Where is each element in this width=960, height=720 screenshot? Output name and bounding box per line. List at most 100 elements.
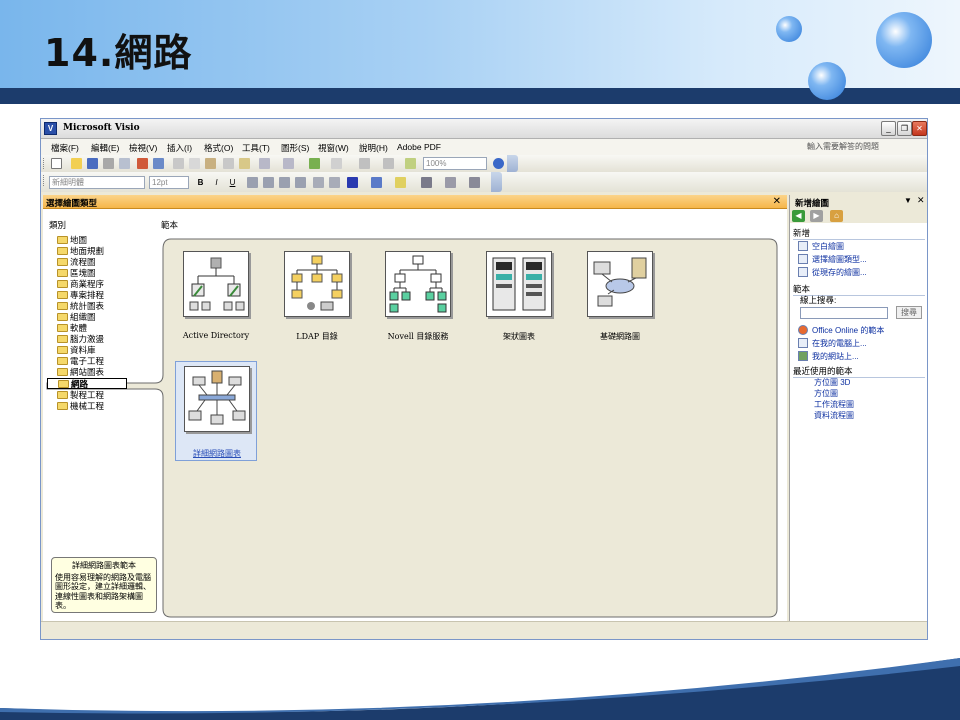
line-weight-icon[interactable] xyxy=(421,177,432,188)
text-tool-icon[interactable] xyxy=(383,158,394,169)
template-active-directory[interactable]: Active Directory xyxy=(175,251,257,347)
align-right-icon[interactable] xyxy=(279,177,290,188)
office-online-templates-link[interactable]: Office Online 的範本 xyxy=(812,325,884,336)
bold-button[interactable]: B xyxy=(195,177,206,188)
category-item[interactable]: 區塊圖 xyxy=(57,268,96,279)
undo-icon[interactable] xyxy=(259,158,270,169)
research-icon[interactable] xyxy=(153,158,164,169)
choose-drawing-type-link[interactable]: 選擇繪圖類型... xyxy=(812,254,867,265)
justify-icon[interactable] xyxy=(295,177,306,188)
font-color-icon[interactable] xyxy=(347,177,358,188)
category-item[interactable]: 腦力激盪 xyxy=(57,334,104,345)
toolbar-grip[interactable] xyxy=(43,158,46,169)
task-pane-dropdown-icon[interactable]: ▼ xyxy=(904,196,912,205)
template-novell-directory[interactable]: Novell 目錄服務 xyxy=(377,251,459,347)
menu-insert[interactable]: 插入(I) xyxy=(167,142,192,154)
category-item[interactable]: 製程工程 xyxy=(57,390,104,401)
drawing-tools-icon[interactable] xyxy=(405,158,416,169)
recent-template-link[interactable]: 方位圖 3D xyxy=(814,377,850,388)
task-pane-close-icon[interactable]: ✕ xyxy=(917,195,925,206)
home-icon[interactable]: ⌂ xyxy=(830,210,843,222)
menu-help[interactable]: 說明(H) xyxy=(359,142,388,154)
menu-tools[interactable]: 工具(T) xyxy=(242,142,270,154)
category-item[interactable]: 專案排程 xyxy=(57,290,104,301)
paste-icon[interactable] xyxy=(205,158,216,169)
minimize-button[interactable]: _ xyxy=(881,121,896,136)
pointer-tool-icon[interactable] xyxy=(331,158,342,169)
category-item[interactable]: 資料庫 xyxy=(57,345,96,356)
underline-button[interactable]: U xyxy=(227,177,238,188)
category-item[interactable]: 統計圖表 xyxy=(57,301,104,312)
cut-icon[interactable] xyxy=(173,158,184,169)
template-rack-diagram[interactable]: 架狀圖表 xyxy=(478,251,560,347)
menu-format[interactable]: 格式(O) xyxy=(204,142,233,154)
help-icon[interactable] xyxy=(493,158,504,169)
menu-file[interactable]: 檔案(F) xyxy=(51,142,79,154)
category-item[interactable]: 機械工程 xyxy=(57,401,104,412)
copy-icon[interactable] xyxy=(189,158,200,169)
redo-icon[interactable] xyxy=(283,158,294,169)
category-item[interactable]: 軟體 xyxy=(57,323,87,334)
toolbar-grip[interactable] xyxy=(43,175,46,186)
slide-footer-swoosh xyxy=(0,658,960,720)
font-size-select[interactable]: 12pt xyxy=(149,176,189,189)
category-item[interactable]: 地面規劃 xyxy=(57,246,104,257)
format-painter-icon[interactable] xyxy=(239,158,250,169)
zoom-select[interactable]: 100% xyxy=(423,157,487,170)
align-center-icon[interactable] xyxy=(263,177,274,188)
panel-close-icon[interactable]: ✕ xyxy=(773,196,781,207)
spelling-icon[interactable] xyxy=(137,158,148,169)
forward-icon[interactable]: ▶ xyxy=(810,210,823,222)
from-existing-drawing-link[interactable]: 從現存的繪圖... xyxy=(812,267,867,278)
category-item-selected[interactable]: 網路 xyxy=(47,378,127,389)
connector-tool-icon[interactable] xyxy=(359,158,370,169)
menu-shape[interactable]: 圖形(S) xyxy=(281,142,309,154)
line-color-icon[interactable] xyxy=(371,177,382,188)
outdent-icon[interactable] xyxy=(329,177,340,188)
print-preview-icon[interactable] xyxy=(119,158,130,169)
new-icon[interactable] xyxy=(51,158,62,169)
line-ends-icon[interactable] xyxy=(469,177,480,188)
help-question-input[interactable]: 輸入需要解答的問題 xyxy=(805,141,927,153)
restore-button[interactable]: ❐ xyxy=(897,121,912,136)
template-basic-network[interactable]: 基礎網路圖 xyxy=(579,251,661,347)
on-my-computer-link[interactable]: 在我的電腦上... xyxy=(812,338,867,349)
search-online-input[interactable] xyxy=(800,307,888,319)
open-icon[interactable] xyxy=(71,158,82,169)
window-titlebar[interactable]: V Microsoft Visio _ ❐ ✕ xyxy=(41,119,927,139)
toolbar-options-chevron[interactable] xyxy=(491,172,502,192)
style-select[interactable]: 新細明體 xyxy=(49,176,145,189)
recent-template-link[interactable]: 方位圖 xyxy=(814,388,838,399)
menu-view[interactable]: 檢視(V) xyxy=(129,142,157,154)
menu-edit[interactable]: 編輯(E) xyxy=(91,142,119,154)
italic-button[interactable]: I xyxy=(211,177,222,188)
recent-template-link[interactable]: 資料流程圖 xyxy=(814,410,854,421)
line-pattern-icon[interactable] xyxy=(445,177,456,188)
close-button[interactable]: ✕ xyxy=(912,121,927,136)
template-label: 詳細網路圖表 xyxy=(193,449,241,458)
category-item[interactable]: 地圖 xyxy=(57,235,87,246)
search-button[interactable]: 搜尋 xyxy=(896,306,922,319)
fill-color-icon[interactable] xyxy=(395,177,406,188)
back-icon[interactable]: ◀ xyxy=(792,210,805,222)
category-item[interactable]: 網站圖表 xyxy=(57,367,104,378)
recent-template-link[interactable]: 工作流程圖 xyxy=(814,399,854,410)
category-item[interactable]: 組織圖 xyxy=(57,312,96,323)
print-icon[interactable] xyxy=(103,158,114,169)
menu-adobe-pdf[interactable]: Adobe PDF xyxy=(397,142,441,152)
delete-icon[interactable] xyxy=(223,158,234,169)
template-ldap-directory[interactable]: LDAP 目錄 xyxy=(276,251,358,347)
indent-icon[interactable] xyxy=(313,177,324,188)
toolbar-options-chevron[interactable] xyxy=(507,155,518,172)
category-item[interactable]: 商業程序 xyxy=(57,279,104,290)
blank-drawing-link[interactable]: 空白繪圖 xyxy=(812,241,844,252)
shapes-icon[interactable] xyxy=(309,158,320,169)
category-item[interactable]: 電子工程 xyxy=(57,356,104,367)
save-icon[interactable] xyxy=(87,158,98,169)
category-item[interactable]: 流程圖 xyxy=(57,257,96,268)
on-my-websites-link[interactable]: 我的網站上... xyxy=(812,351,859,362)
menu-window[interactable]: 視窗(W) xyxy=(318,142,349,154)
align-left-icon[interactable] xyxy=(247,177,258,188)
template-description-tooltip: 詳細網路圖表範本 使用容易理解的網路及電腦圖形設定，建立詳細邏輯、連線性圖表和網… xyxy=(51,557,157,613)
template-detailed-network-selected[interactable]: 詳細網路圖表 xyxy=(175,361,257,461)
